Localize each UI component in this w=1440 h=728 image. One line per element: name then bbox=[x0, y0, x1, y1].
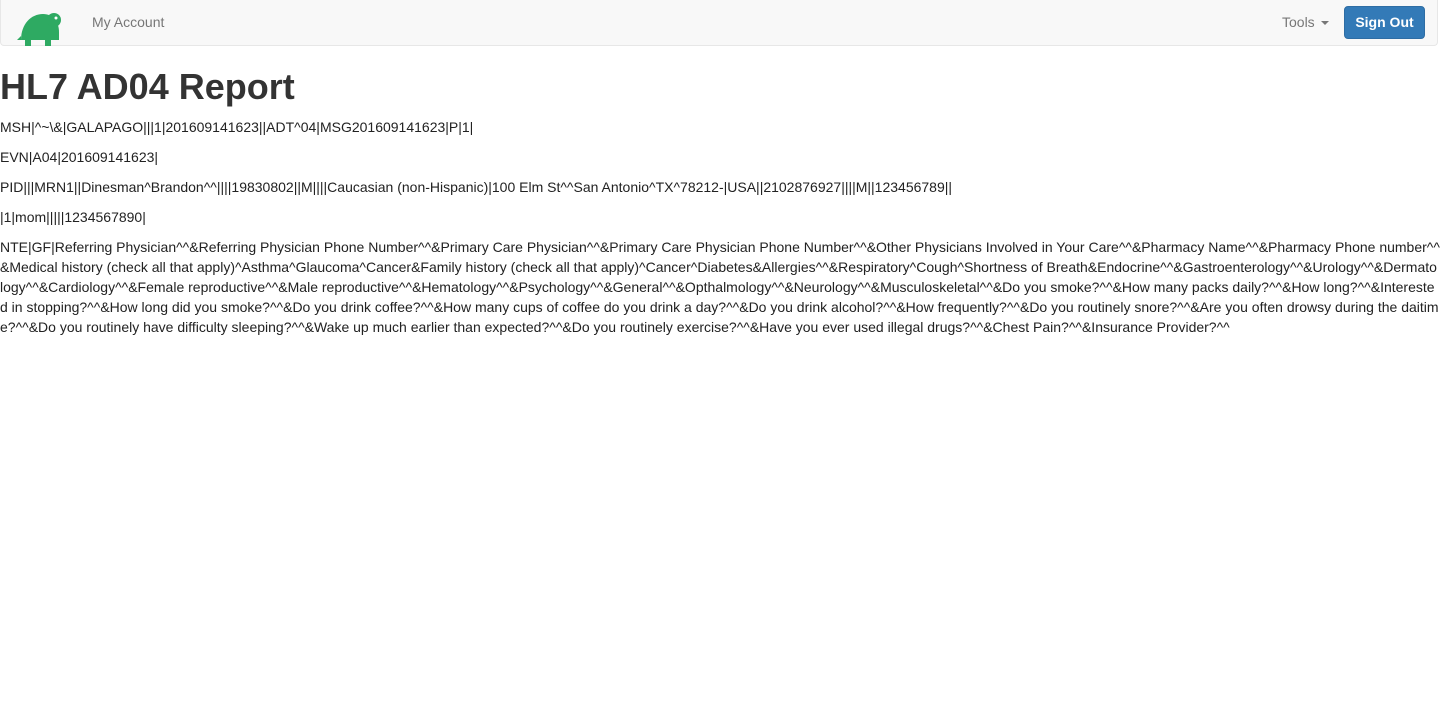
msh-segment: MSH|^~\&|GALAPAGO|||1|201609141623||ADT^… bbox=[0, 119, 474, 135]
page-title: HL7 AD04 Report bbox=[0, 66, 295, 107]
turtle-logo-svg bbox=[17, 13, 61, 46]
caret-down-icon bbox=[1321, 21, 1329, 25]
hl7-report-body: MSH|^~\&|GALAPAGO|||1|201609141623||ADT^… bbox=[0, 117, 1440, 347]
next-of-kin-segment: |1|mom|||||1234567890| bbox=[0, 209, 146, 225]
pid-segment: PID|||MRN1||Dinesman^Brandon^^||||198308… bbox=[0, 179, 953, 195]
tools-dropdown[interactable]: Tools bbox=[1282, 14, 1315, 31]
my-account-link[interactable]: My Account bbox=[92, 14, 164, 31]
top-navbar: My Account Tools Sign Out bbox=[0, 0, 1438, 46]
evn-segment: EVN|A04|201609141623| bbox=[0, 149, 159, 165]
sign-out-button[interactable]: Sign Out bbox=[1344, 6, 1425, 39]
nte-segment: NTE|GF|Referring Physician^^&Referring P… bbox=[0, 239, 1440, 335]
turtle-logo-icon[interactable] bbox=[15, 10, 65, 46]
